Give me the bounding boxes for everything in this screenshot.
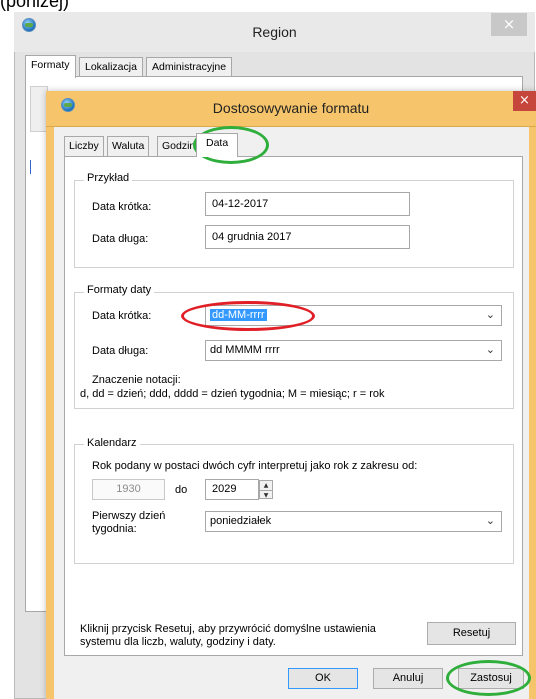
year-spinner[interactable]: ▲ ▼ bbox=[259, 480, 273, 499]
highlight-short-format-annotation bbox=[181, 301, 315, 331]
chevron-down-icon[interactable]: ⌄ bbox=[486, 341, 495, 360]
example-short-date: 04-12-2017 bbox=[205, 192, 410, 216]
dialog-border-left bbox=[46, 127, 54, 699]
first-day-of-week-value[interactable]: poniedziałek bbox=[210, 515, 271, 527]
tab-data[interactable]: Data bbox=[196, 133, 239, 157]
short-date-format-label: Data krótka: bbox=[92, 310, 152, 322]
first-day-of-week-combo[interactable]: poniedziałek ⌄ bbox=[205, 511, 502, 532]
date-formats-legend: Formaty daty bbox=[84, 284, 155, 296]
example-short-label: Data krótka: bbox=[92, 201, 152, 213]
reset-info-line1: Kliknij przycisk Resetuj, aby przywrócić… bbox=[80, 623, 376, 635]
tab-waluta[interactable]: Waluta bbox=[107, 136, 150, 156]
two-digit-year-text: Rok podany w postaci dwóch cyfr interpre… bbox=[92, 460, 418, 472]
chevron-down-icon[interactable]: ⌄ bbox=[486, 512, 495, 531]
page-caption: (poniżej) bbox=[0, 0, 70, 11]
spin-down-icon[interactable]: ▼ bbox=[260, 490, 272, 499]
spin-up-icon[interactable]: ▲ bbox=[260, 481, 272, 490]
tab-formaty[interactable]: Formaty bbox=[25, 55, 76, 78]
tab-lokalizacja[interactable]: Lokalizacja bbox=[79, 57, 143, 77]
dialog-title-bar: Dostosowywanie formatu bbox=[46, 91, 536, 127]
first-day-label-line1: Pierwszy dzień bbox=[92, 510, 166, 522]
example-long-label: Data długa: bbox=[92, 233, 149, 245]
region-app-icon bbox=[22, 18, 36, 32]
long-date-format-value[interactable]: dd MMMM rrrr bbox=[210, 344, 280, 356]
region-title-bar: Region bbox=[14, 12, 535, 52]
calendar-legend: Kalendarz bbox=[84, 437, 140, 449]
tab-liczby[interactable]: Liczby bbox=[64, 136, 104, 156]
example-group-legend: Przykład bbox=[84, 172, 133, 184]
long-date-format-combo[interactable]: dd MMMM rrrr ⌄ bbox=[205, 340, 502, 361]
tab-administracyjne[interactable]: Administracyjne bbox=[146, 57, 233, 77]
two-digit-year-from: 1930 bbox=[92, 479, 165, 500]
two-digit-year-to-input[interactable]: 2029 bbox=[205, 479, 259, 500]
cancel-button[interactable]: Anuluj bbox=[373, 668, 443, 689]
notation-title: Znaczenie notacji: bbox=[92, 374, 181, 386]
region-close-button[interactable]: × bbox=[491, 13, 527, 36]
region-hidden-link bbox=[30, 160, 36, 174]
ok-button[interactable]: OK bbox=[288, 668, 358, 689]
dialog-border-right bbox=[529, 127, 536, 699]
first-day-label-line2: tygodnia: bbox=[92, 523, 137, 535]
chevron-down-icon[interactable]: ⌄ bbox=[486, 306, 495, 325]
dialog-title: Dostosowywanie formatu bbox=[212, 100, 370, 116]
reset-button[interactable]: Resetuj bbox=[427, 622, 516, 645]
dialog-close-button[interactable]: × bbox=[513, 91, 536, 111]
reset-info-line2: systemu dla liczb, waluty, godziny i dat… bbox=[80, 636, 276, 648]
example-long-date: 04 grudnia 2017 bbox=[205, 225, 410, 249]
region-title: Region bbox=[252, 24, 297, 40]
dialog-app-icon bbox=[61, 98, 75, 112]
notation-text: d, dd = dzień; ddd, dddd = dzień tygodni… bbox=[80, 388, 385, 400]
two-digit-year-to-label: do bbox=[175, 484, 188, 496]
highlight-apply-button-annotation bbox=[446, 660, 531, 696]
long-date-format-label: Data długa: bbox=[92, 345, 149, 357]
